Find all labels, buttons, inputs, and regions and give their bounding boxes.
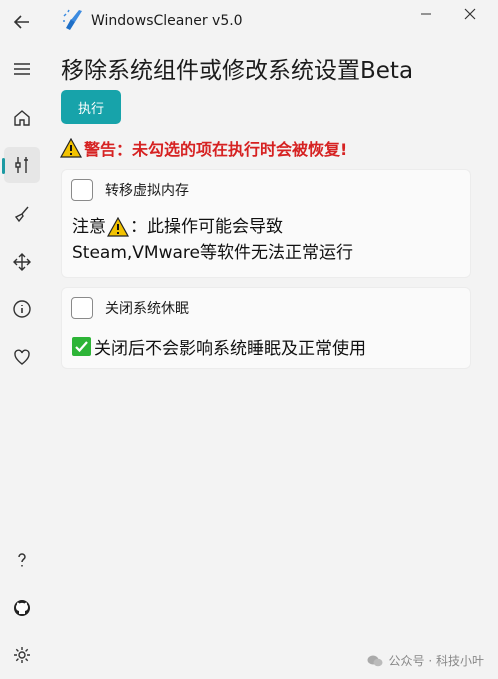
hibernation-checkbox[interactable]: [71, 297, 93, 319]
title-bar: WindowsCleaner v5.0: [52, 0, 498, 40]
app-logo-icon: [63, 9, 82, 30]
back-button[interactable]: [4, 4, 40, 40]
virtual-memory-checkbox[interactable]: [71, 179, 93, 201]
warning-icon: [60, 138, 82, 158]
broom-icon: [14, 206, 29, 223]
close-button[interactable]: [450, 0, 490, 28]
tools-icon: [15, 157, 28, 173]
note-prefix: 注意: [72, 217, 106, 237]
hibernation-label: 关闭系统休眠: [105, 301, 189, 317]
note-line2: Steam,VMware等软件无法正常运行: [72, 243, 353, 263]
nav-settings[interactable]: [4, 637, 40, 673]
virtual-memory-note: 注意 ：此操作可能会导致 Steam,VMware等软件无法正常运行: [72, 214, 353, 266]
option-card-hibernation: 关闭系统休眠 关闭后不会影响系统睡眠及正常使用: [61, 287, 471, 369]
back-arrow-icon: [13, 15, 29, 29]
move-arrows-icon: [13, 253, 31, 271]
virtual-memory-label: 转移虚拟内存: [105, 183, 189, 199]
sidebar: [0, 0, 44, 679]
nav-cleaner[interactable]: [4, 196, 40, 232]
nav-about[interactable]: [4, 291, 40, 327]
warning-icon: [107, 217, 129, 237]
nav-github[interactable]: [4, 590, 40, 626]
run-button[interactable]: 执行: [61, 90, 121, 124]
nav-support[interactable]: [4, 339, 40, 375]
warning-message: 警告：未勾选的项在执行时会被恢复!: [60, 136, 347, 160]
settings-gear-icon: [14, 647, 30, 663]
minimize-icon: [421, 13, 431, 15]
watermark-text: 公众号 · 科技小叶: [388, 654, 484, 668]
nav-home[interactable]: [4, 100, 40, 136]
window-title: WindowsCleaner v5.0: [91, 13, 243, 29]
nav-move[interactable]: [4, 244, 40, 280]
check-mark-icon: [72, 337, 91, 356]
wechat-icon: [367, 655, 383, 666]
heart-icon: [14, 349, 30, 365]
home-icon: [14, 110, 30, 126]
info-icon: [13, 300, 31, 318]
help-icon: [18, 553, 26, 567]
minimize-button[interactable]: [406, 0, 446, 28]
note-suffix: ：此操作可能会导致: [130, 217, 283, 237]
hamburger-menu-icon: [14, 63, 30, 75]
page-title: 移除系统组件或修改系统设置Beta: [61, 58, 414, 84]
github-icon: [14, 600, 30, 616]
close-icon: [464, 8, 476, 20]
watermark: 公众号 · 科技小叶: [367, 652, 484, 669]
option-card-virtual-memory: 转移虚拟内存 注意 ：此操作可能会导致 Steam,VMware等软件无法正常运…: [61, 169, 471, 278]
menu-toggle-button[interactable]: [4, 51, 40, 87]
hibernation-note: 关闭后不会影响系统睡眠及正常使用: [72, 334, 366, 359]
warning-text: 警告：未勾选的项在执行时会被恢复!: [84, 140, 348, 159]
nav-system-tools[interactable]: [2, 147, 40, 183]
nav-help[interactable]: [4, 542, 40, 578]
hibernation-note-text: 关闭后不会影响系统睡眠及正常使用: [94, 339, 366, 359]
